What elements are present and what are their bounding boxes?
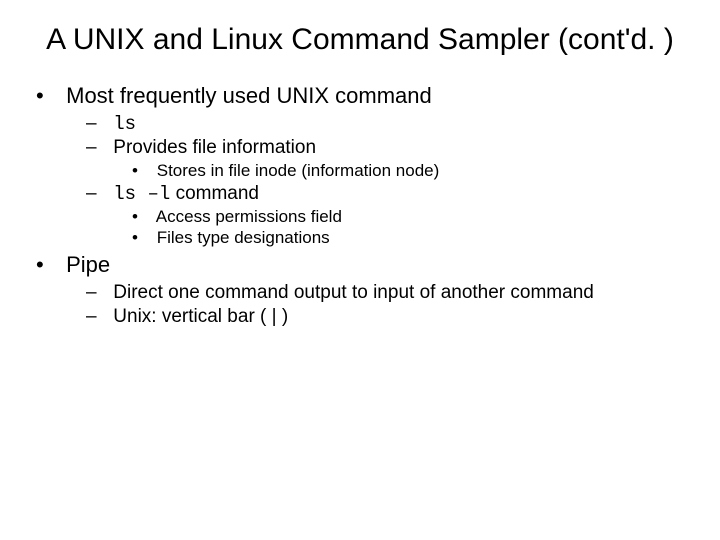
bullet-text: Most frequently used UNIX command — [66, 83, 432, 108]
bullet-text: Pipe — [66, 252, 110, 277]
list-item: ls –l command Access permissions field F… — [108, 183, 680, 248]
list-item: Most frequently used UNIX command ls Pro… — [60, 83, 680, 248]
code-text: ls — [113, 113, 136, 135]
bullet-list-level3: Stores in file inode (information node) — [108, 161, 680, 181]
bullet-text: Provides file information — [113, 137, 316, 158]
bullet-text: Unix: vertical bar ( | ) — [113, 306, 288, 327]
bullet-text: Direct one command output to input of an… — [113, 282, 594, 303]
bullet-list-level2: Direct one command output to input of an… — [60, 282, 680, 328]
bullet-text: Stores in file inode (information node) — [157, 161, 440, 180]
list-item: Stores in file inode (information node) — [152, 161, 680, 181]
bullet-text: command — [170, 183, 259, 204]
list-item: Pipe Direct one command output to input … — [60, 252, 680, 328]
list-item: Direct one command output to input of an… — [108, 282, 680, 304]
list-item: Access permissions field — [152, 207, 680, 227]
slide-title: A UNIX and Linux Command Sampler (cont'd… — [40, 20, 680, 59]
list-item: Files type designations — [152, 228, 680, 248]
list-item: ls — [108, 113, 680, 135]
bullet-list-level1: Most frequently used UNIX command ls Pro… — [40, 83, 680, 328]
code-text: ls –l — [113, 183, 170, 205]
bullet-text: Files type designations — [157, 228, 330, 247]
list-item: Unix: vertical bar ( | ) — [108, 306, 680, 328]
list-item: Provides file information Stores in file… — [108, 137, 680, 181]
bullet-list-level3: Access permissions field Files type desi… — [108, 207, 680, 248]
bullet-text: Access permissions field — [156, 207, 342, 226]
bullet-list-level2: ls Provides file information Stores in f… — [60, 113, 680, 248]
